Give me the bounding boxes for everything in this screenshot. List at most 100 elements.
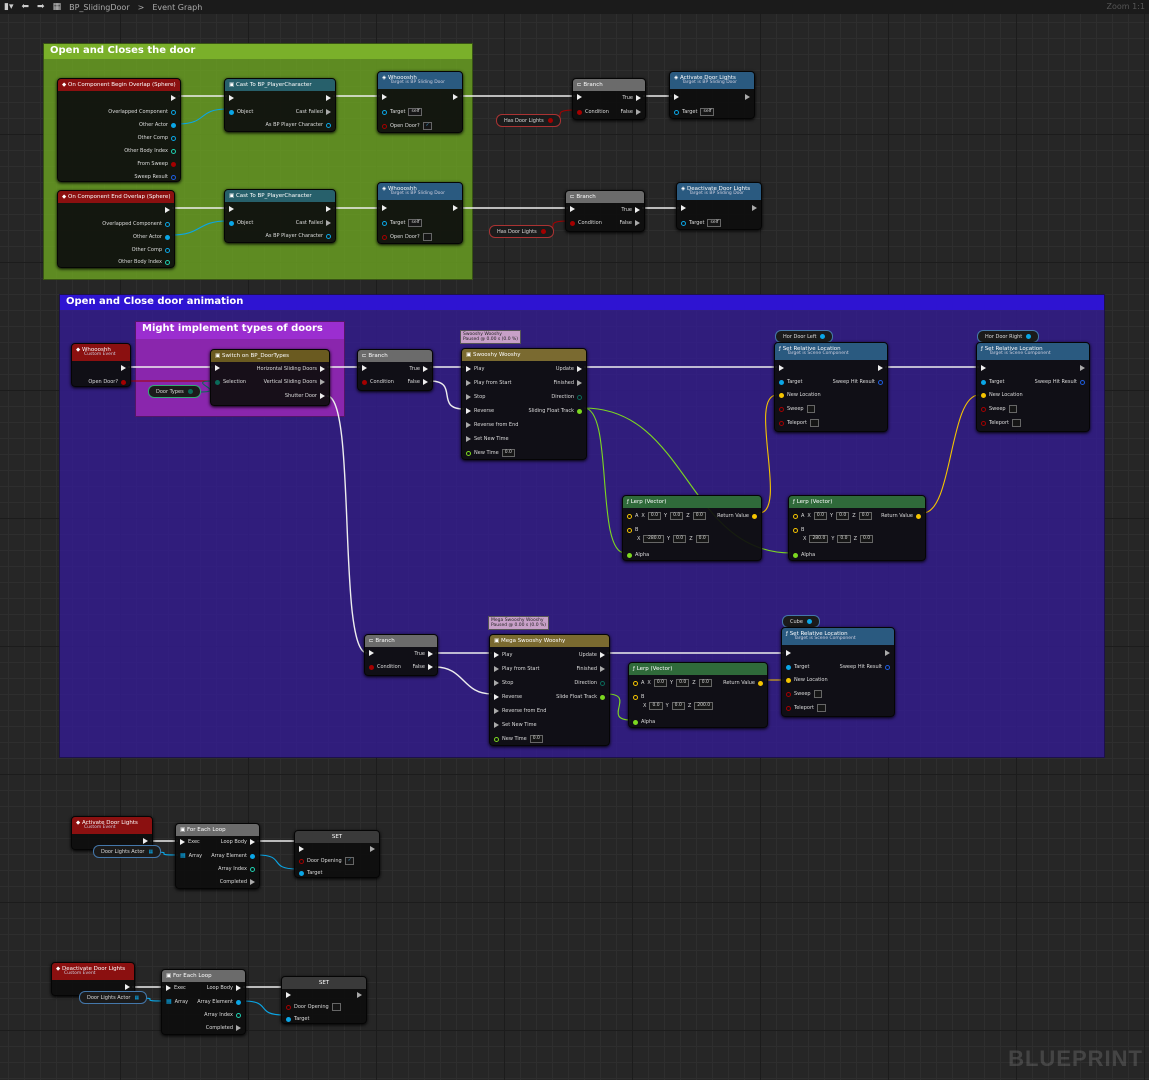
pin-target[interactable]: Target self	[681, 219, 722, 227]
exec-out-pin[interactable]	[370, 846, 375, 852]
pin-other-body-index[interactable]: Other Body Index	[118, 258, 170, 266]
pin-b-values[interactable]: X 280.0 Y 0.0 Z 0.0	[803, 535, 874, 543]
has-door-lights-variable-2[interactable]: Has Door Lights	[489, 225, 554, 238]
branch-node-4[interactable]: ⊏ Branch True Condition False	[364, 634, 438, 676]
has-door-lights-variable-1[interactable]: Has Door Lights	[496, 114, 561, 127]
pin-horizontal-sliding[interactable]: Horizontal Sliding Doors	[257, 365, 325, 373]
pin-loop-body[interactable]: Loop Body	[221, 838, 255, 846]
pin-target[interactable]: Target	[779, 378, 802, 386]
pin-sweep-hit-result[interactable]: Sweep Hit Result	[833, 378, 883, 386]
pin-array-element[interactable]: Array Element	[197, 998, 241, 1006]
exec-in-pin[interactable]	[215, 365, 220, 371]
exec-out-pin[interactable]	[878, 365, 883, 371]
wire-object[interactable]	[256, 854, 298, 870]
pin-sweep[interactable]: Sweep	[779, 405, 816, 413]
lerp-vector-node-1[interactable]: ƒ Lerp (Vector) A X 0.0 Y 0.0 Z 0.0 Return Val…	[622, 495, 762, 561]
pin-a[interactable]: A X 0.0 Y 0.0 Z 0.0	[793, 512, 872, 520]
pin-as-player[interactable]: As BP Player Character	[266, 232, 331, 240]
pin-true[interactable]: True	[621, 206, 640, 214]
pin-return-value[interactable]: Return Value	[881, 512, 921, 520]
pin-new-location[interactable]: New Location	[981, 391, 1023, 399]
pin-alpha[interactable]: Alpha	[627, 551, 649, 559]
pin-true[interactable]: True	[409, 365, 428, 373]
pin-from-sweep[interactable]: From Sweep	[137, 160, 176, 168]
for-each-loop-node-1[interactable]: ▣ For Each Loop Exec Loop Body ▦ Array Ar…	[175, 823, 260, 889]
pin-sweep[interactable]: Sweep	[981, 405, 1018, 413]
pin-b-values[interactable]: X 0.0 Y 0.0 Z 200.0	[643, 702, 714, 710]
checkbox-unchecked[interactable]	[1008, 405, 1018, 413]
deactivate-door-lights-call-node[interactable]: ◈ Deactivate Door Lights Target is BP Sli…	[676, 182, 762, 230]
pin-a[interactable]: A X 0.0 Y 0.0 Z 0.0	[633, 679, 712, 687]
pin-sweep-hit-result[interactable]: Sweep Hit Result	[1035, 378, 1085, 386]
pin-set-new-time[interactable]: Set New Time	[494, 721, 537, 729]
exec-in-pin[interactable]	[786, 650, 791, 656]
checkbox-unchecked[interactable]	[817, 704, 826, 712]
branch-node-1[interactable]: ⊏ Branch True Condition False	[572, 78, 646, 120]
pin-cast-failed[interactable]: Cast Failed	[296, 108, 331, 116]
checkbox-unchecked[interactable]	[422, 233, 432, 241]
pin-reverse-from-end[interactable]: Reverse from End	[494, 707, 546, 715]
exec-out-pin[interactable]	[143, 838, 148, 844]
pin-float-track[interactable]: Sliding Float Track	[529, 407, 582, 415]
pin-reverse-from-end[interactable]: Reverse from End	[466, 421, 518, 429]
pin-target[interactable]: Target self	[674, 108, 715, 116]
exec-in-pin[interactable]	[286, 992, 291, 998]
pin-true[interactable]: True	[414, 650, 433, 658]
cast-to-player-node-2[interactable]: ▣ Cast To BP_PlayerCharacter Object Cast…	[224, 189, 336, 243]
exec-out-pin[interactable]	[752, 205, 757, 211]
pin-play-from-start[interactable]: Play from Start	[466, 379, 511, 387]
pin-array-element[interactable]: Array Element	[211, 852, 255, 860]
pin-return-value[interactable]: Return Value	[717, 512, 757, 520]
pin-false[interactable]: False	[407, 378, 428, 386]
exec-out-pin[interactable]	[165, 207, 170, 213]
pin-exec[interactable]: Exec	[166, 984, 186, 992]
pin-array[interactable]: ▦ Array	[180, 852, 202, 860]
whoosh-call-node-1[interactable]: ◈ Whoooshh Target is BP Sliding Door Targ…	[377, 71, 463, 133]
pin-condition[interactable]: Condition	[362, 378, 394, 386]
pin-teleport[interactable]: Teleport	[779, 419, 819, 427]
branch-node-3[interactable]: ⊏ Branch True Condition False	[357, 349, 433, 391]
pin-a[interactable]: A X 0.0 Y 0.0 Z 0.0	[627, 512, 706, 520]
pin-new-location[interactable]: New Location	[779, 391, 821, 399]
door-lights-actor-variable-2[interactable]: Door Lights Actor ▦	[79, 991, 148, 1004]
checkbox-unchecked[interactable]	[813, 690, 823, 698]
exec-in-pin[interactable]	[369, 650, 374, 656]
pin-open-door[interactable]: Open Door?	[88, 378, 126, 386]
pin-other-actor[interactable]: Other Actor	[139, 121, 176, 129]
wire-exec[interactable]	[434, 666, 493, 695]
pin-update[interactable]: Update	[579, 651, 605, 659]
whoosh-call-node-2[interactable]: ◈ Whoooshh Target is BP Sliding Door Targ…	[377, 182, 463, 244]
pin-float-track[interactable]: Slide Float Track	[556, 693, 605, 701]
exec-out-pin[interactable]	[326, 206, 331, 212]
pin-target[interactable]: Target	[286, 1015, 309, 1023]
pin-door-opening[interactable]: Door Opening ✓	[299, 857, 355, 865]
checkbox-checked[interactable]: ✓	[344, 857, 355, 865]
branch-node-2[interactable]: ⊏ Branch True Condition False	[565, 190, 645, 232]
pin-array-index[interactable]: Array Index	[218, 865, 255, 873]
timeline-swooshy-node[interactable]: ▣ Swooshy Wooshy Play Update Play from S…	[461, 348, 587, 460]
pin-door-opening[interactable]: Door Opening	[286, 1003, 341, 1011]
wire-object[interactable]	[242, 1000, 285, 1016]
pin-play[interactable]: Play	[466, 365, 484, 373]
pin-object[interactable]: Object	[229, 219, 253, 227]
exec-out-pin[interactable]	[885, 650, 890, 656]
set-door-opening-node-2[interactable]: SET Door Opening Target	[281, 976, 367, 1024]
pin-false[interactable]: False	[619, 219, 640, 227]
pin-teleport[interactable]: Teleport	[981, 419, 1021, 427]
pin-exec[interactable]: Exec	[180, 838, 200, 846]
set-relative-location-node-1[interactable]: ƒ Set Relative Location Target is Scene C…	[774, 342, 888, 432]
pin-other-actor[interactable]: Other Actor	[133, 233, 170, 241]
timeline-mega-swooshy-node[interactable]: ▣ Mega Swooshy Wooshy Play Update Play f…	[489, 634, 610, 746]
pin-play-from-start[interactable]: Play from Start	[494, 665, 539, 673]
pin-alpha[interactable]: Alpha	[633, 718, 655, 726]
pin-reverse[interactable]: Reverse	[494, 693, 522, 701]
pin-alpha[interactable]: Alpha	[793, 551, 815, 559]
pin-new-time[interactable]: New Time 0.0	[494, 735, 543, 743]
switch-door-types-node[interactable]: ▣ Switch on BP_DoorTypes Horizontal Slid…	[210, 349, 330, 406]
exec-in-pin[interactable]	[382, 205, 387, 211]
exec-out-pin[interactable]	[453, 94, 458, 100]
event-end-overlap-node[interactable]: ◆ On Component End Overlap (Sphere) Over…	[57, 190, 175, 268]
pin-new-time[interactable]: New Time 0.0	[466, 449, 515, 457]
checkbox-checked[interactable]: ✓	[422, 122, 433, 130]
checkbox-unchecked[interactable]	[810, 419, 819, 427]
